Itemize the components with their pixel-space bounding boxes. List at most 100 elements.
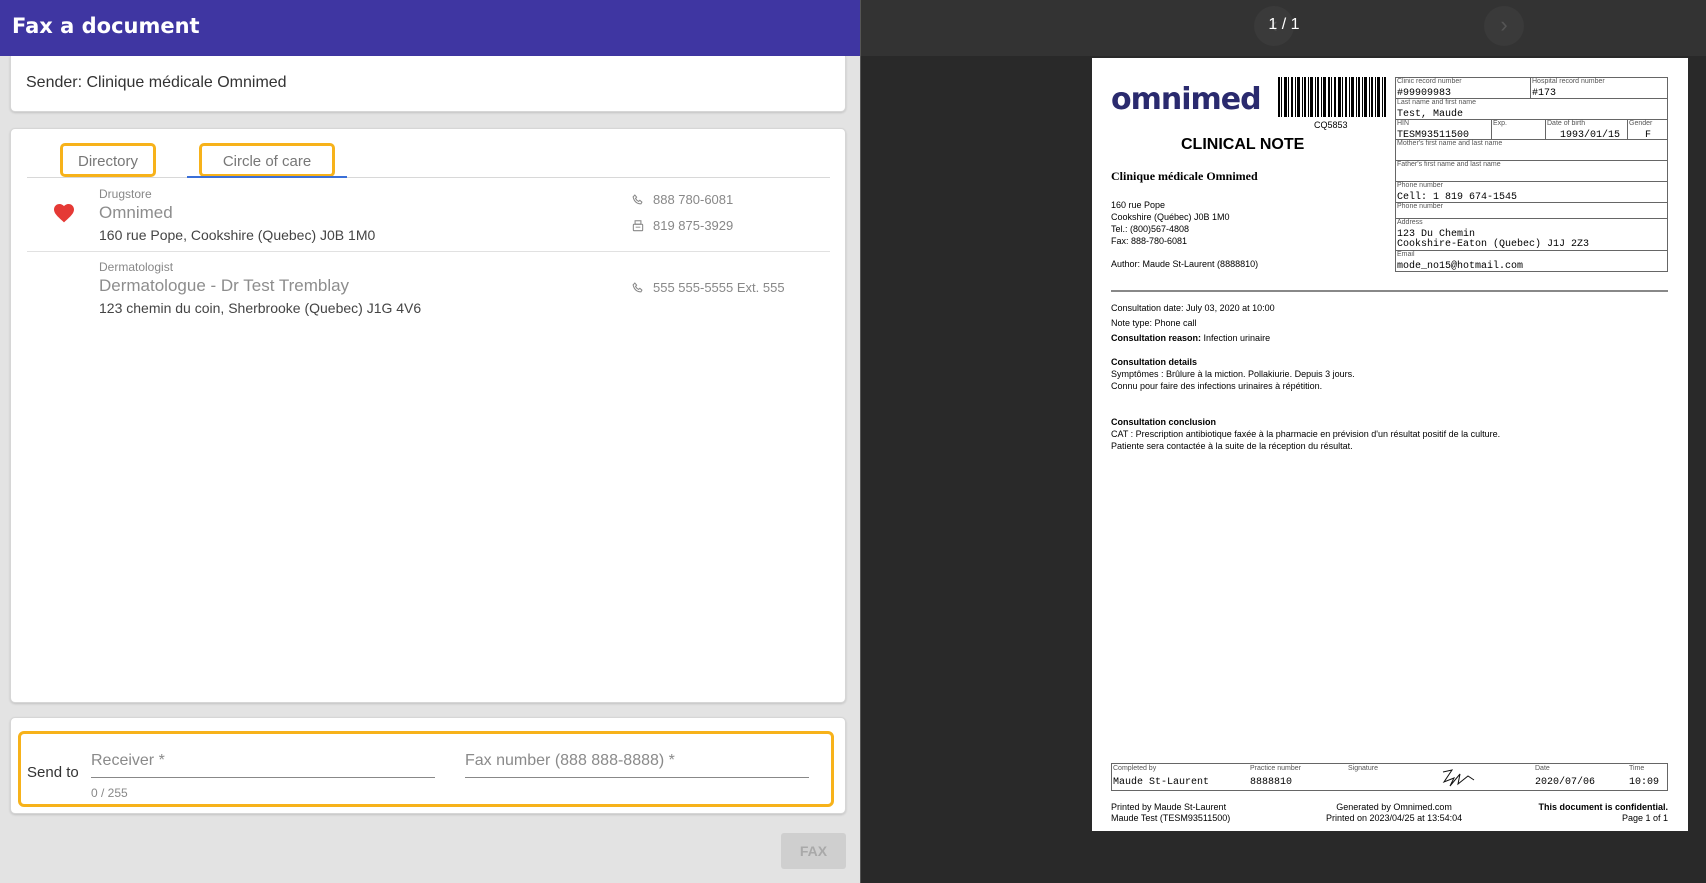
generated-line: Generated by Omnimed.com	[1336, 802, 1452, 812]
consultation-reason: Consultation reason: Infection urinaire	[1111, 332, 1671, 344]
field-label: Address	[1397, 219, 1423, 226]
field-label: Father's first name and last name	[1397, 161, 1501, 168]
details-heading: Consultation details	[1111, 357, 1198, 367]
field-value: mode_no15@hotmail.com	[1397, 261, 1524, 272]
printed-by-line: Printed by Maude St-Laurent	[1111, 802, 1227, 812]
field-label: Phone number	[1397, 203, 1443, 210]
phone-number: 555 555-5555 Ext. 555	[653, 280, 785, 295]
field-label: Signature	[1348, 765, 1378, 772]
email-cell: Email mode_no15@hotmail.com	[1395, 250, 1668, 272]
patient-name-cell: Last name and first name Test, Maude	[1395, 98, 1668, 120]
clinic-record-cell: Clinic record number #99909983	[1395, 77, 1531, 99]
contact-name: Dermatologue - Dr Test Tremblay	[99, 276, 350, 295]
details-text: Symptômes : Brûlure à la miction. Pollak…	[1111, 369, 1355, 379]
clinic-phone: Tel.: (800)567-4808	[1111, 224, 1190, 234]
reason-value: Infection urinaire	[1203, 333, 1271, 343]
contact-row[interactable]: Drugstore Omnimed 160 rue Pope, Cookshir…	[27, 179, 830, 252]
exp-cell: Exp.	[1491, 119, 1546, 140]
author: Author: Maude St-Laurent (8888810)	[1111, 259, 1259, 269]
printed-by-line: Maude Test (TESM93511500)	[1111, 813, 1231, 823]
barcode-number: CQ5853	[1314, 120, 1348, 130]
fax-number-field	[465, 752, 809, 778]
barcode-image	[1278, 77, 1386, 117]
field-label: Clinic record number	[1397, 78, 1462, 85]
chevron-right-icon[interactable]: ›	[1484, 6, 1524, 46]
dob-cell: Date of birth 1993/01/15	[1545, 119, 1628, 141]
receiver-input[interactable]	[91, 752, 435, 770]
conclusion-text: Patiente sera contactée à la suite de la…	[1111, 441, 1353, 451]
character-counter: 0 / 255	[91, 786, 128, 800]
clinic-address-line: 160 rue Pope	[1111, 200, 1166, 210]
gender-cell: Gender F	[1627, 119, 1668, 141]
contact-phone[interactable]: 555 555-5555 Ext. 555	[631, 280, 785, 295]
field-label: Hospital record number	[1532, 78, 1605, 85]
sender-card: Sender: Clinique médicale Omnimed	[10, 56, 846, 112]
field-label: Gender	[1629, 120, 1653, 127]
hin-cell: HIN TESM93511500	[1395, 119, 1492, 141]
note-type: Note type: Phone call	[1111, 318, 1197, 328]
divider	[1111, 290, 1668, 292]
hospital-record-cell: Hospital record number #173	[1530, 77, 1668, 99]
field-label: Time	[1629, 765, 1645, 772]
field-value: 8888810	[1250, 777, 1293, 788]
field-label: Practice number	[1250, 765, 1301, 772]
details-text: Connu pour faire des infections urinaire…	[1111, 381, 1323, 391]
fax-number: 819 875-3929	[653, 218, 734, 233]
send-to-label: Send to	[27, 764, 79, 781]
field-value: 10:09	[1629, 777, 1660, 788]
contact-phone[interactable]: 888 780-6081	[631, 192, 733, 207]
clinic-address: 160 rue Pope Cookshire (Québec) J0B 1M0 …	[1111, 199, 1230, 247]
tab-active-indicator	[187, 176, 347, 178]
phone-icon	[632, 281, 643, 292]
phone-number: 888 780-6081	[653, 192, 734, 207]
tab-circle-of-care[interactable]: Circle of care	[199, 143, 335, 177]
clinic-address-line: Cookshire (Québec) J0B 1M0	[1111, 212, 1230, 222]
clinic-name: Clinique médicale Omnimed	[1111, 169, 1258, 183]
fax-number-input[interactable]	[465, 752, 809, 770]
mother-cell: Mother's first name and last name	[1395, 139, 1668, 161]
reason-label: Consultation reason:	[1111, 333, 1202, 343]
field-value: Maude St-Laurent	[1113, 777, 1210, 788]
field-label: Completed by	[1113, 765, 1157, 772]
field-label: Email	[1397, 251, 1415, 258]
father-cell: Father's first name and last name	[1395, 160, 1668, 182]
contact-category: Drugstore	[99, 187, 152, 201]
field-label: Date	[1535, 765, 1550, 772]
fax-panel: Fax a document Sender: Clinique médicale…	[0, 0, 860, 883]
field-label: Phone number	[1397, 182, 1443, 189]
contact-fax[interactable]: 819 875-3929	[631, 218, 733, 233]
confidential-notice: This document is confidential. Page 1 of…	[1538, 802, 1668, 824]
phone-icon	[632, 193, 643, 204]
field-label: HIN	[1397, 120, 1410, 127]
signature-footer: Completed by Maude St-Laurent Practice n…	[1111, 763, 1668, 791]
tab-directory[interactable]: Directory	[60, 143, 156, 177]
phone2-cell: Phone number	[1395, 202, 1668, 219]
receiver-field	[91, 752, 435, 778]
page-title: Fax a document	[0, 0, 860, 56]
heart-icon[interactable]	[52, 201, 76, 225]
field-value: Cookshire-Eaton (Quebec) J1J 2Z3	[1397, 239, 1590, 250]
contact-row[interactable]: Dermatologist Dermatologue - Dr Test Tre…	[27, 252, 830, 325]
send-to-card: Send to 0 / 255	[10, 717, 846, 814]
field-label: Exp.	[1493, 120, 1508, 127]
contact-address: 160 rue Pope, Cookshire (Quebec) J0B 1M0	[99, 227, 376, 243]
fax-icon	[632, 219, 644, 231]
printed-by: Printed by Maude St-Laurent Maude Test (…	[1111, 802, 1230, 824]
field-label: Mother's first name and last name	[1397, 140, 1503, 147]
contact-name: Omnimed	[99, 203, 173, 222]
generated-line: Printed on 2023/04/25 at 13:54:04	[1326, 813, 1463, 823]
clinic-fax: Fax: 888-780-6081	[1111, 236, 1188, 246]
field-label: Last name and first name	[1397, 99, 1476, 106]
page-number: Page 1 of 1	[1621, 813, 1668, 823]
fax-button[interactable]: FAX	[781, 833, 846, 869]
viewer-toolbar: ‹ 1 / 1 ›	[861, 0, 1706, 56]
sender-label: Sender: Clinique médicale Omnimed	[26, 74, 287, 91]
document-title: CLINICAL NOTE	[1181, 136, 1305, 153]
field-label: Date of birth	[1547, 120, 1586, 127]
consultation-date: Consultation date: July 03, 2020 at 10:0…	[1111, 303, 1275, 313]
note-body: Consultation date: July 03, 2020 at 10:0…	[1111, 302, 1671, 452]
confidential-text: This document is confidential.	[1538, 802, 1668, 812]
signature-image	[1442, 769, 1475, 787]
conclusion-heading: Consultation conclusion	[1111, 417, 1216, 427]
directory-card: Directory Circle of care Drugstore Omnim…	[10, 128, 846, 703]
